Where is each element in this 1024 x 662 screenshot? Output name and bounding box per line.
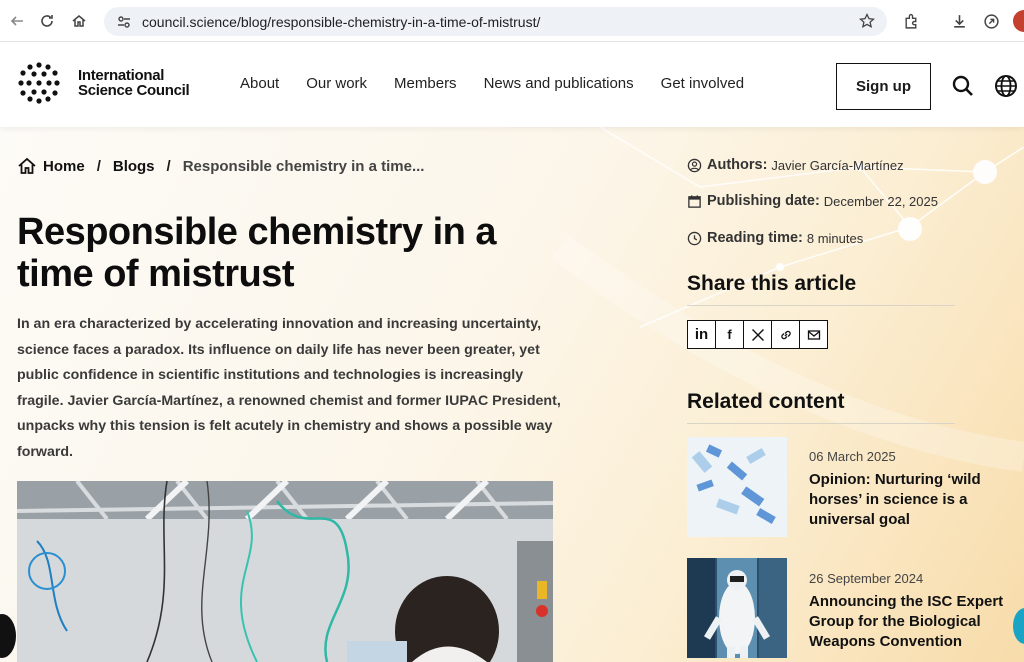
related-date-1: 06 March 2025	[809, 449, 896, 464]
related-thumbnail-2[interactable]	[687, 558, 787, 658]
related-date-2: 26 September 2024	[809, 571, 924, 586]
mail-icon	[807, 329, 820, 340]
globe-icon[interactable]	[994, 74, 1018, 98]
related-title-1[interactable]: Opinion: Nurturing ‘wild horses’ in scie…	[809, 470, 1009, 530]
home-browser-icon[interactable]	[64, 6, 94, 36]
logo-line1: International	[78, 67, 165, 84]
calendar-icon	[688, 194, 701, 208]
site-info-icon[interactable]	[116, 14, 132, 30]
share-linkedin-button[interactable]: in	[687, 320, 716, 349]
sign-up-button[interactable]: Sign up	[836, 63, 931, 110]
reload-icon[interactable]	[32, 6, 62, 36]
nav-members[interactable]: Members	[394, 75, 457, 92]
x-logo-icon	[751, 328, 764, 341]
nav-our-work[interactable]: Our work	[306, 75, 367, 92]
browser-toolbar: council.science/blog/responsible-chemist…	[0, 0, 1024, 42]
nav-news-publications[interactable]: News and publications	[484, 75, 634, 92]
nav-get-involved[interactable]: Get involved	[661, 75, 744, 92]
share-facebook-button[interactable]: f	[715, 320, 744, 349]
site-header: International Science Council About Our …	[0, 43, 1024, 127]
hero-image	[17, 481, 553, 662]
date-value: December 22, 2025	[823, 193, 938, 209]
lab-photo-illustration	[17, 481, 553, 662]
meta-publishing-date: Publishing date: December 22, 2025	[687, 193, 938, 209]
breadcrumb-current: Responsible chemistry in a time...	[182, 157, 425, 175]
reading-value: 8 minutes	[806, 230, 864, 246]
logo-line2: Science Council	[78, 82, 190, 99]
related-heading: Related content	[687, 390, 955, 424]
breadcrumb-home[interactable]: Home	[43, 158, 85, 175]
bookmark-star-icon[interactable]	[859, 13, 875, 29]
authors-label: Authors:	[707, 157, 768, 173]
authors-value: Javier García-Martínez	[771, 157, 904, 173]
clock-icon	[687, 231, 702, 245]
reading-label: Reading time:	[707, 230, 803, 246]
url-text: council.science/blog/responsible-chemist…	[142, 13, 541, 30]
download-icon[interactable]	[944, 6, 974, 36]
related-thumbnail-1[interactable]	[687, 437, 787, 537]
user-circle-icon	[687, 158, 702, 172]
article-content: Home / Blogs / Responsible chemistry in …	[0, 127, 1024, 662]
breadcrumb-separator: /	[96, 157, 101, 175]
isc-logo[interactable]: International Science Council	[17, 61, 190, 105]
breadcrumb-separator: /	[166, 157, 171, 175]
page-title: Responsible chemistry in a time of mistr…	[17, 211, 497, 295]
meta-authors: Authors: Javier García-Martínez	[687, 157, 904, 173]
address-bar[interactable]: council.science/blog/responsible-chemist…	[104, 7, 887, 36]
breadcrumb: Home / Blogs / Responsible chemistry in …	[17, 156, 424, 176]
share-email-button[interactable]	[799, 320, 828, 349]
share-buttons: in f	[687, 320, 828, 349]
nav-about[interactable]: About	[240, 75, 279, 92]
article-lead: In an era characterized by accelerating …	[17, 316, 561, 460]
extensions-icon[interactable]	[896, 6, 926, 36]
link-icon	[780, 330, 791, 339]
meta-reading-time: Reading time: 8 minutes	[687, 230, 863, 246]
date-label: Publishing date:	[707, 193, 820, 209]
search-icon[interactable]	[951, 74, 975, 98]
extension-shield-icon[interactable]	[976, 6, 1006, 36]
logo-wordmark: International Science Council	[78, 67, 190, 99]
profile-avatar[interactable]	[1013, 10, 1024, 32]
logo-dots-icon	[18, 62, 60, 104]
main-nav: About Our work Members News and publicat…	[240, 75, 771, 92]
breadcrumb-blogs[interactable]: Blogs	[113, 158, 155, 175]
share-heading: Share this article	[687, 272, 955, 306]
related-title-2[interactable]: Announcing the ISC Expert Group for the …	[809, 592, 1009, 652]
home-icon[interactable]	[17, 156, 37, 176]
share-copy-link-button[interactable]	[771, 320, 800, 349]
share-x-button[interactable]	[743, 320, 772, 349]
back-arrow-icon[interactable]	[2, 6, 32, 36]
